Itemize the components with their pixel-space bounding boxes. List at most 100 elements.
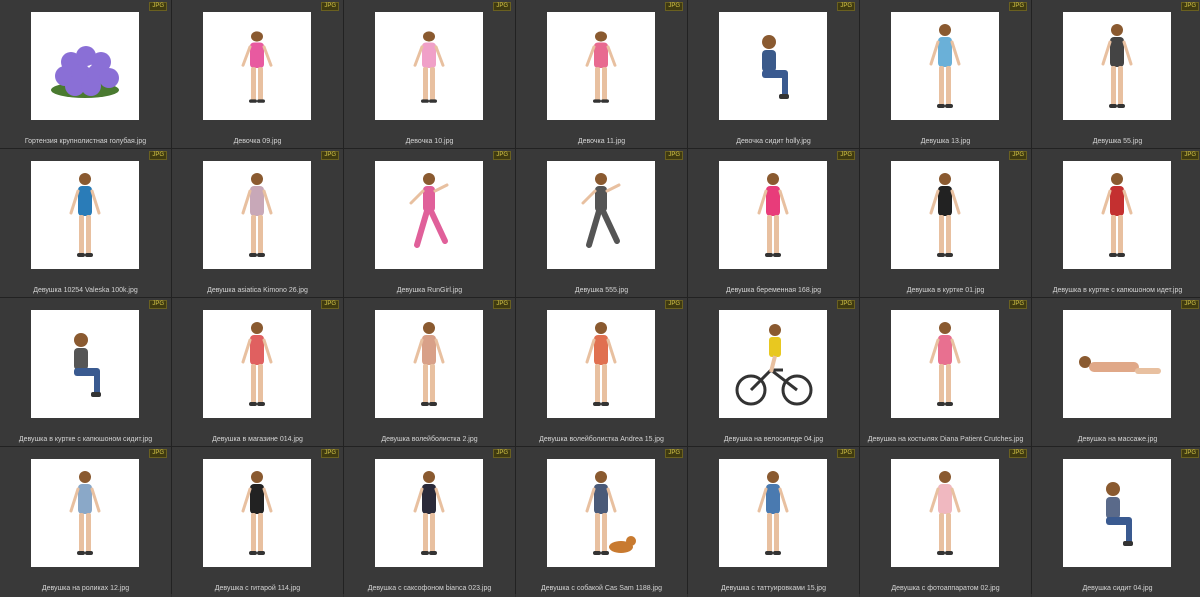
thumbnail-image <box>1063 12 1171 120</box>
file-thumbnail-item[interactable]: JPG Девушка 555.jpg <box>516 149 687 297</box>
file-thumbnail-item[interactable]: JPG Девушка на массаже.jpg <box>1032 298 1200 446</box>
file-thumbnail-item[interactable]: JPG Девушка сидит 04.jpg <box>1032 447 1200 597</box>
file-type-badge: JPG <box>1181 151 1199 160</box>
file-name-label: Девушка с гитарой 114.jpg <box>214 585 301 592</box>
file-type-badge: JPG <box>321 2 339 11</box>
thumbnail-image <box>375 310 483 418</box>
thumbnail-image <box>1063 161 1171 269</box>
file-type-badge: JPG <box>149 151 167 160</box>
thumbnail-image <box>203 459 311 567</box>
woman-figure-icon <box>929 173 961 257</box>
thumbnail-image <box>891 310 999 418</box>
woman-figure-icon <box>929 471 961 555</box>
thumbnail-image <box>31 310 139 418</box>
file-thumbnail-item[interactable]: JPG Девушка с фотоаппаратом 02.jpg <box>860 447 1031 597</box>
file-thumbnail-item[interactable]: JPG Девочка 10.jpg <box>344 0 515 148</box>
file-thumbnail-item[interactable]: JPG Девочка сидит holly.jpg <box>688 0 859 148</box>
thumbnail-image <box>891 161 999 269</box>
thumbnail-image <box>203 161 311 269</box>
file-type-badge: JPG <box>1181 300 1199 309</box>
file-name-label: Девушка asiatica Kimono 26.jpg <box>207 287 308 294</box>
file-thumbnail-item[interactable]: JPG Девушка с таттуировками 15.jpg <box>688 447 859 597</box>
thumbnail-image <box>891 12 999 120</box>
file-thumbnail-item[interactable]: JPG Гортензия крупнолистная голубая.jpg <box>0 0 171 148</box>
file-type-badge: JPG <box>149 2 167 11</box>
file-name-label: Девушка 555.jpg <box>574 287 629 294</box>
thumbnail-image <box>31 12 139 120</box>
file-type-badge: JPG <box>149 449 167 458</box>
file-thumbnail-item[interactable]: JPG Девушка на велосипеде 04.jpg <box>688 298 859 446</box>
woman-figure-icon <box>757 173 789 257</box>
file-name-label: Девушка на массаже.jpg <box>1077 436 1158 443</box>
file-name-label: Девушка в магазине 014.jpg <box>212 436 303 443</box>
file-name-label: Девушка на роликах 12.jpg <box>41 585 130 592</box>
file-name-label: Гортензия крупнолистная голубая.jpg <box>24 138 147 145</box>
running-figure-icon <box>409 173 449 248</box>
file-name-label: Девушка RunGirl.jpg <box>396 287 463 294</box>
file-thumbnail-item[interactable]: JPG Девушка волейболистка 2.jpg <box>344 298 515 446</box>
file-thumbnail-item[interactable]: JPG Девушка на костылях Diana Patient Cr… <box>860 298 1031 446</box>
sitting-figure-icon <box>1106 482 1133 546</box>
thumbnail-image <box>891 459 999 567</box>
file-thumbnail-item[interactable]: JPG Девушка RunGirl.jpg <box>344 149 515 297</box>
file-thumbnail-item[interactable]: JPG Девушка с гитарой 114.jpg <box>172 447 343 597</box>
file-name-label: Девушка на костылях Diana Patient Crutch… <box>867 436 1024 443</box>
file-name-label: Девочка 11.jpg <box>577 138 626 145</box>
file-thumbnail-item[interactable]: JPG Девушка 13.jpg <box>860 0 1031 148</box>
file-thumbnail-item[interactable]: JPG Девочка 09.jpg <box>172 0 343 148</box>
file-thumbnail-item[interactable]: JPG Девушка с саксофоном bianca 023.jpg <box>344 447 515 597</box>
file-name-label: Девочка сидит holly.jpg <box>736 138 811 145</box>
file-name-label: Девушка 55.jpg <box>1092 138 1143 145</box>
file-type-badge: JPG <box>149 300 167 309</box>
file-thumbnail-item[interactable]: JPG Девушка 55.jpg <box>1032 0 1200 148</box>
woman-figure-icon <box>1101 173 1133 257</box>
file-name-label: Девушка в куртке с капюшоном идет.jpg <box>1052 287 1183 294</box>
file-name-label: Девушка волейболистка 2.jpg <box>381 436 478 443</box>
thumbnail-image <box>375 459 483 567</box>
woman-figure-icon <box>757 471 789 555</box>
file-thumbnail-item[interactable]: JPG Девушка беременная 168.jpg <box>688 149 859 297</box>
thumbnail-image <box>547 161 655 269</box>
file-thumbnail-item[interactable]: JPG Девушка в куртке с капюшоном идет.jp… <box>1032 149 1200 297</box>
girl-figure-icon <box>585 31 617 103</box>
file-thumbnail-item[interactable]: JPG Девушка asiatica Kimono 26.jpg <box>172 149 343 297</box>
file-name-label: Девушка на велосипеде 04.jpg <box>723 436 824 443</box>
thumbnail-image <box>547 310 655 418</box>
file-type-badge: JPG <box>665 151 683 160</box>
woman-figure-icon <box>69 173 101 257</box>
file-type-badge: JPG <box>1009 449 1027 458</box>
file-type-badge: JPG <box>1181 449 1199 458</box>
thumbnail-image <box>547 12 655 120</box>
file-type-badge: JPG <box>493 300 511 309</box>
file-type-badge: JPG <box>665 2 683 11</box>
thumbnail-image <box>719 310 827 418</box>
girl-figure-icon <box>241 31 273 103</box>
thumbnail-image <box>719 161 827 269</box>
file-thumbnail-item[interactable]: JPG Девушка в куртке 01.jpg <box>860 149 1031 297</box>
girl-figure-icon <box>413 31 445 103</box>
woman-figure-icon <box>929 322 961 406</box>
file-type-badge: JPG <box>321 300 339 309</box>
file-thumbnail-grid: JPG Гортензия крупнолистная голубая.jpg JP… <box>0 0 1200 597</box>
file-thumbnail-item[interactable]: JPG Девушка 10254 Valeska 100k.jpg <box>0 149 171 297</box>
file-type-badge: JPG <box>837 151 855 160</box>
file-thumbnail-item[interactable]: JPG Девушка в магазине 014.jpg <box>172 298 343 446</box>
sitting-figure-icon <box>74 333 101 397</box>
file-name-label: Девушка с фотоаппаратом 02.jpg <box>891 585 1000 592</box>
woman-figure-icon <box>241 322 273 406</box>
file-type-badge: JPG <box>321 449 339 458</box>
file-type-badge: JPG <box>1009 2 1027 11</box>
file-thumbnail-item[interactable]: JPG Девушка с собакой Cas Sam 1188.jpg <box>516 447 687 597</box>
file-thumbnail-item[interactable]: JPG Девушка на роликах 12.jpg <box>0 447 171 597</box>
lying-figure-icon <box>1079 356 1161 374</box>
file-name-label: Девушка беременная 168.jpg <box>725 287 821 294</box>
file-name-label: Девушка сидит 04.jpg <box>1082 585 1153 592</box>
file-type-badge: JPG <box>665 449 683 458</box>
file-type-badge: JPG <box>321 151 339 160</box>
file-thumbnail-item[interactable]: JPG Девушка в куртке с капюшоном сидит.j… <box>0 298 171 446</box>
file-name-label: Девушка 10254 Valeska 100k.jpg <box>33 287 138 294</box>
file-thumbnail-item[interactable]: JPG Девочка 11.jpg <box>516 0 687 148</box>
thumbnail-image <box>203 310 311 418</box>
file-thumbnail-item[interactable]: JPG Девушка волейболистка Andrea 15.jpg <box>516 298 687 446</box>
woman-figure-icon <box>929 24 961 108</box>
